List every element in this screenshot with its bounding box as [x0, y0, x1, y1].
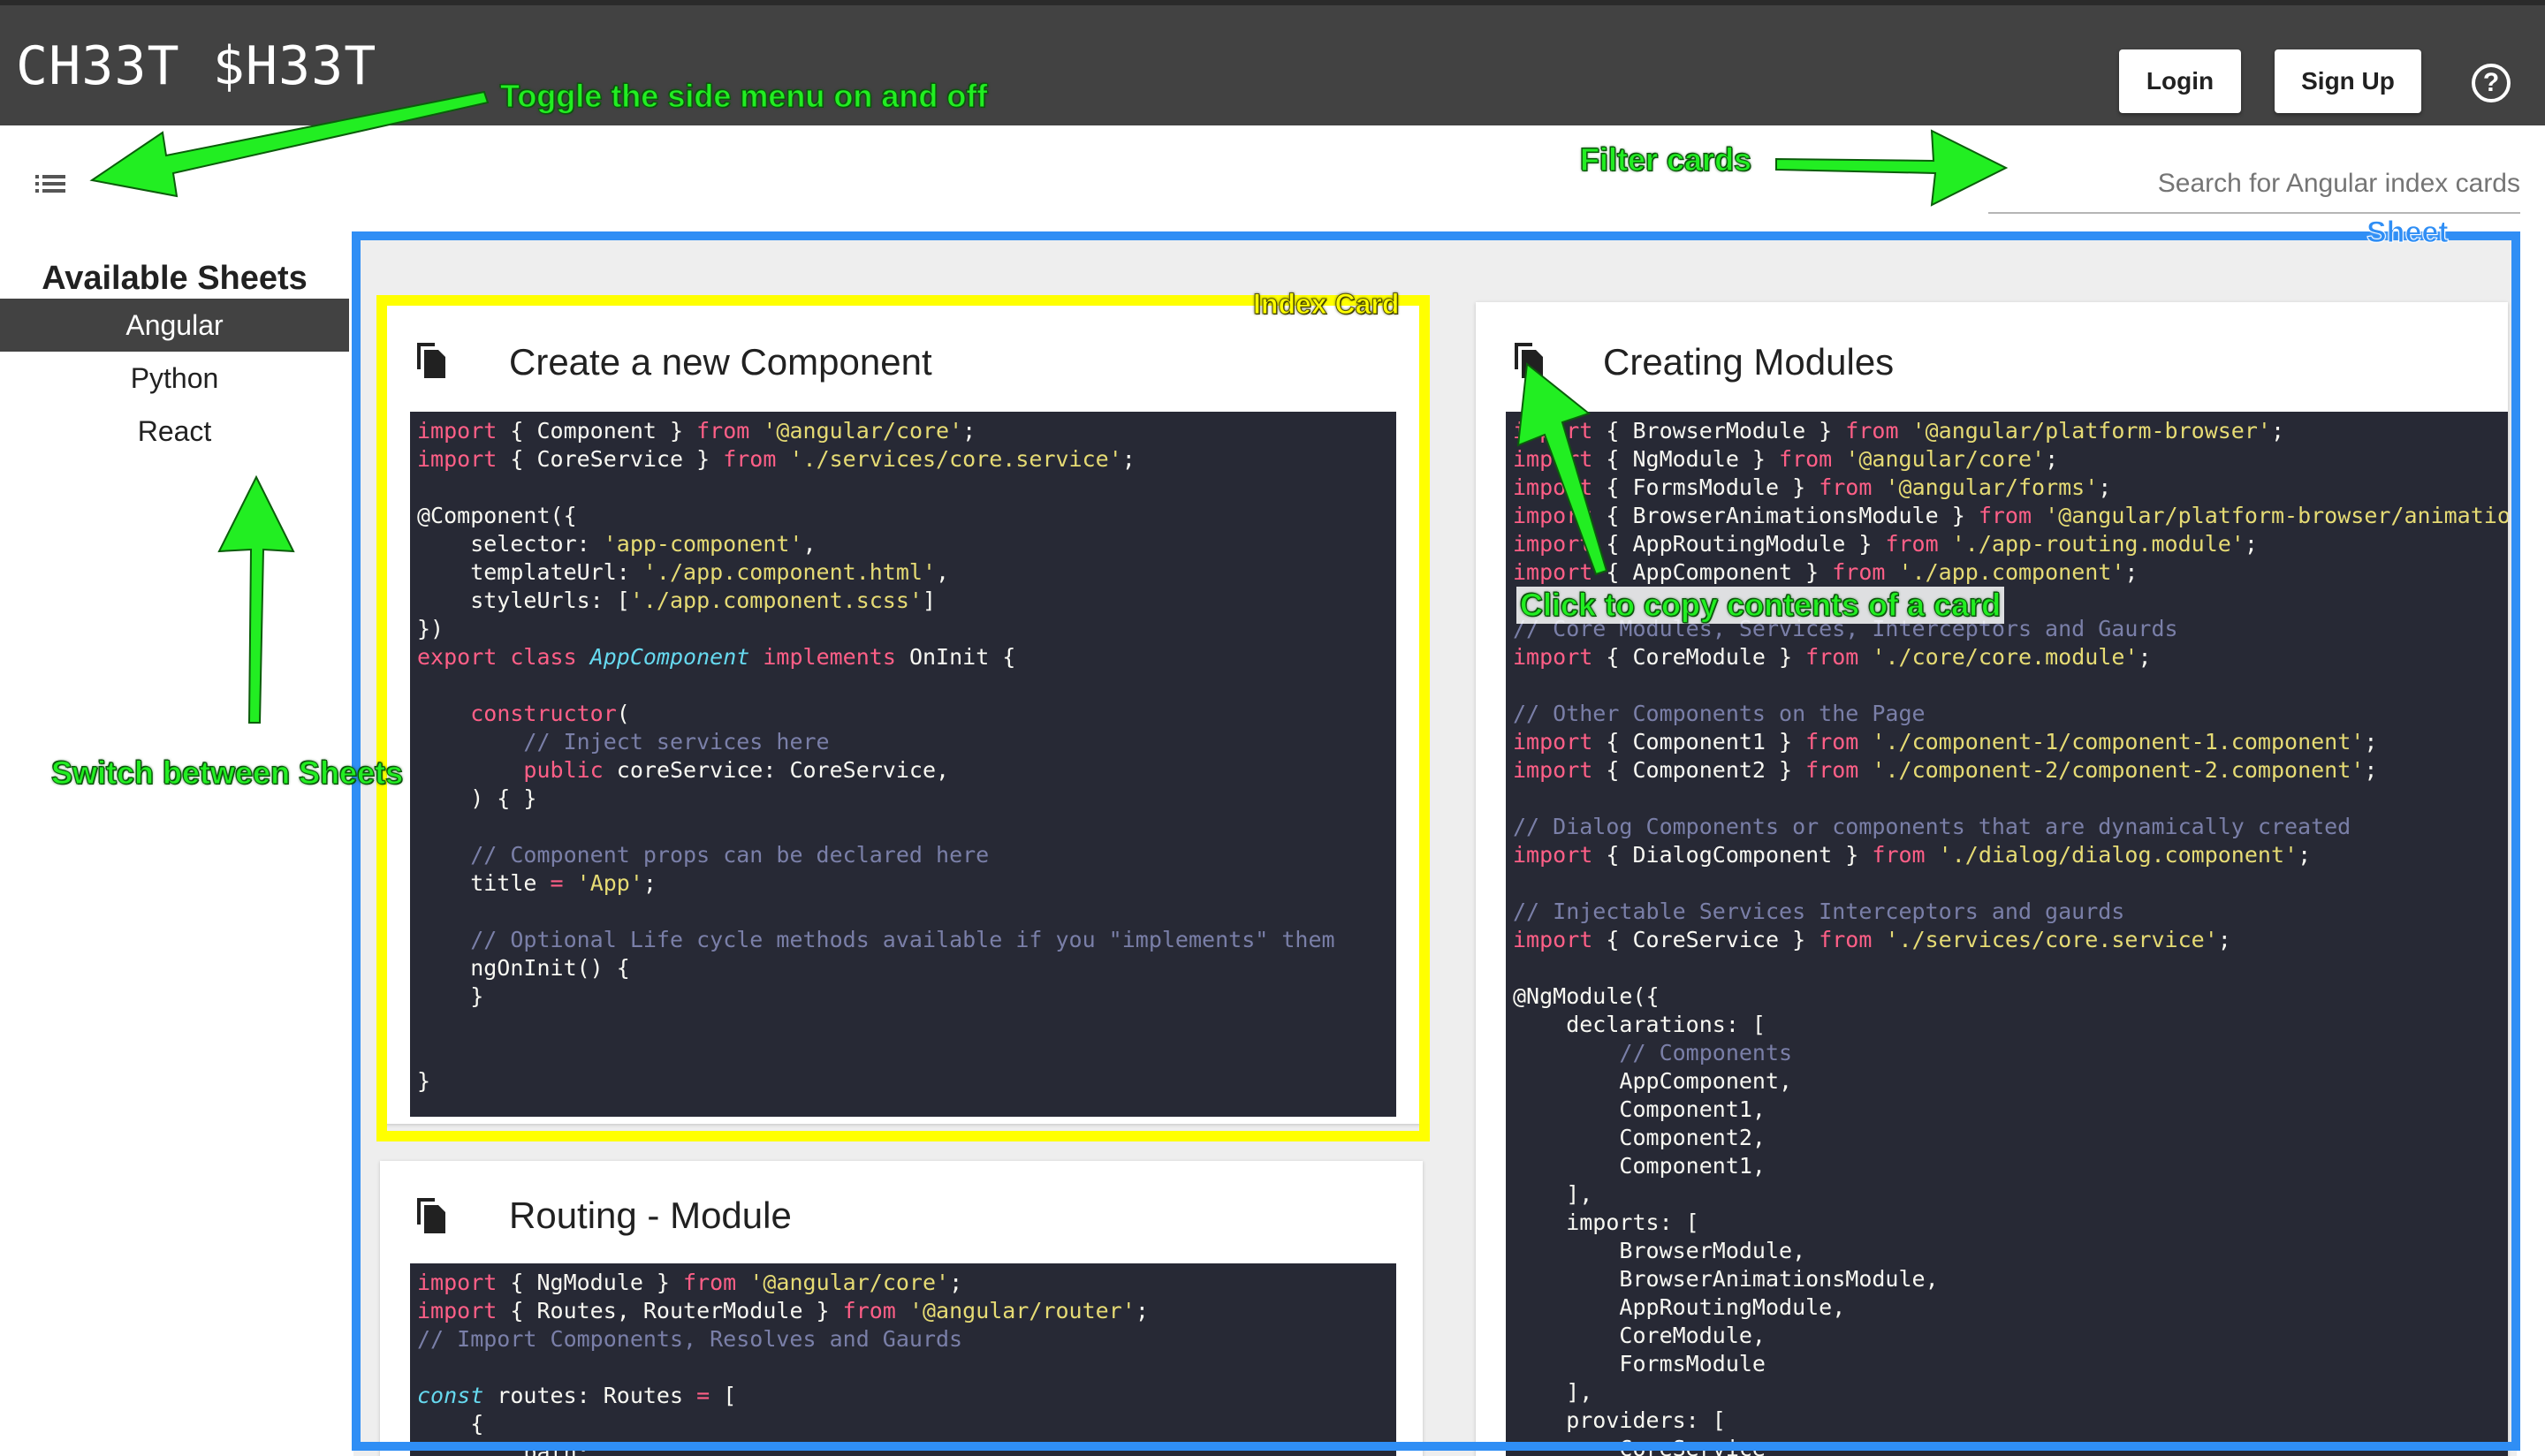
arrow-filter-cards: [1775, 129, 2009, 207]
copy-icon[interactable]: [414, 337, 449, 380]
card-title: Creating Modules: [1603, 341, 1895, 383]
code-block: import { NgModule } from '@angular/core'…: [410, 1263, 1396, 1456]
annotation-switch-sheets: Switch between Sheets: [50, 755, 404, 792]
annotation-sheet: Sheet: [2366, 216, 2450, 250]
code-block: import { Component } from '@angular/core…: [410, 412, 1396, 1117]
app-logo[interactable]: CH33T $H33T: [16, 35, 376, 97]
annotation-toggle-menu: Toggle the side menu on and off: [499, 78, 988, 115]
copy-icon[interactable]: [1511, 337, 1546, 380]
sidebar-title: Available Sheets: [42, 260, 308, 297]
code-text: import { NgModule } from '@angular/core'…: [417, 1270, 1149, 1456]
code-text: import { BrowserModule } from '@angular/…: [1513, 418, 2508, 1456]
annotation-filter-cards: Filter cards: [1579, 141, 1752, 178]
search-field: [1988, 159, 2520, 214]
sidebar-item-angular[interactable]: Angular: [0, 299, 349, 352]
index-card-creating-modules: Creating Modules import { BrowserModule …: [1476, 302, 2508, 1456]
annotation-index-card: Index Card: [1252, 288, 1400, 321]
sidebar: Available Sheets Angular Python React: [0, 230, 349, 1456]
help-icon[interactable]: ?: [2472, 64, 2511, 102]
card-title: Create a new Component: [509, 341, 932, 383]
card-title: Routing - Module: [509, 1194, 792, 1236]
code-block: import { BrowserModule } from '@angular/…: [1506, 412, 2508, 1456]
sidebar-item-react[interactable]: React: [0, 405, 349, 458]
code-text: import { Component } from '@angular/core…: [417, 418, 1335, 1094]
index-card-routing-module: Routing - Module import { NgModule } fro…: [380, 1161, 1423, 1456]
index-card-create-component: Create a new Component import { Componen…: [380, 302, 1423, 1124]
login-button[interactable]: Login: [2119, 49, 2241, 113]
signup-button[interactable]: Sign Up: [2275, 49, 2421, 113]
copy-icon[interactable]: [414, 1193, 449, 1235]
search-input[interactable]: [1988, 159, 2520, 209]
app-header: CH33T $H33T Login Sign Up ?: [0, 0, 2545, 125]
sidebar-item-python[interactable]: Python: [0, 352, 349, 405]
sheet-area: Create a new Component import { Componen…: [353, 231, 2517, 1456]
annotation-copy-card: Click to copy contents of a card: [1516, 587, 2005, 624]
list-icon[interactable]: [34, 173, 69, 200]
